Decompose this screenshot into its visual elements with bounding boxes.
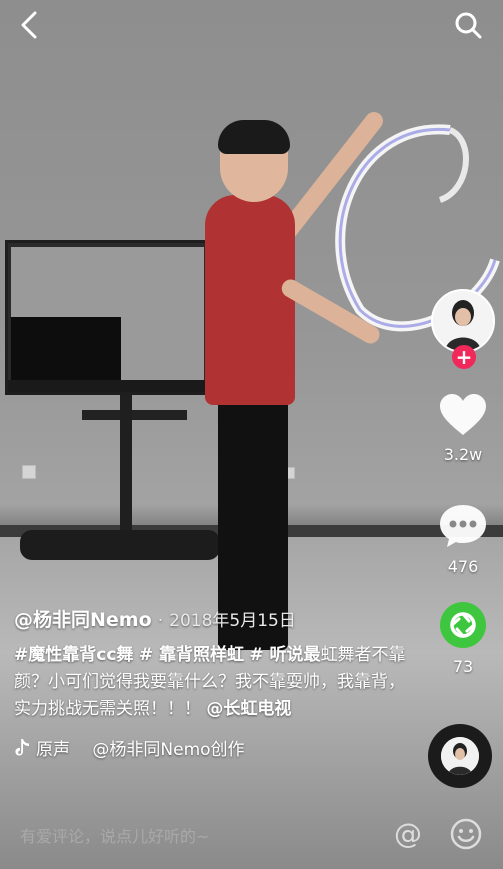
music-disc-cover <box>441 737 479 775</box>
avatar-portrait-icon <box>433 291 493 351</box>
search-icon <box>455 12 482 39</box>
follow-button[interactable]: + <box>452 345 476 369</box>
hashtag-link[interactable]: # 靠背照样虹 <box>139 645 244 665</box>
disc-portrait-icon <box>441 737 479 775</box>
like-count: 3.2w <box>443 445 483 464</box>
share-button[interactable]: 73 <box>428 601 498 676</box>
back-button[interactable] <box>12 8 46 42</box>
music-disc[interactable] <box>428 724 492 788</box>
mention-link[interactable]: @长虹电视 <box>206 699 291 719</box>
tv-stand-pole <box>120 395 132 535</box>
tv-stand-shelf <box>82 410 187 420</box>
author-avatar[interactable] <box>431 289 495 353</box>
mention-button[interactable]: @ <box>392 818 424 850</box>
hashtag-link[interactable]: # 听说最 <box>249 645 320 665</box>
comment-input[interactable] <box>20 822 360 850</box>
tv-screen-dark-area <box>11 317 121 387</box>
share-shutter-icon <box>440 602 486 648</box>
tv-stand-base <box>20 530 220 560</box>
heart-icon <box>440 394 486 435</box>
comment-button[interactable]: 476 <box>428 503 498 576</box>
video-info: @杨非同Nemo · 2018年5月15日 #魔性靠背cc舞 # 靠背照样虹 #… <box>14 605 409 760</box>
search-button[interactable] <box>451 8 485 42</box>
music-text: 原声 @杨非同Nemo创作 <box>36 740 245 760</box>
comment-bubble-icon <box>440 505 486 547</box>
top-bar <box>0 0 503 50</box>
author-avatar-group: + <box>431 289 495 369</box>
music-info[interactable]: 原声 @杨非同Nemo创作 <box>14 735 409 760</box>
date-separator: · <box>157 611 164 631</box>
author-name[interactable]: @杨非同Nemo <box>14 609 152 631</box>
dancer-shirt <box>205 195 295 405</box>
chevron-left-icon <box>21 11 37 39</box>
tv-bezel <box>8 380 207 392</box>
wall-outlet <box>22 465 36 479</box>
video-caption: #魔性靠背cc舞 # 靠背照样虹 # 听说最虹舞者不靠颜？小可们觉得我要靠什么？… <box>14 642 409 723</box>
comment-count: 476 <box>447 557 479 576</box>
comment-bar: @ <box>0 806 503 869</box>
author-line: @杨非同Nemo · 2018年5月15日 <box>14 605 409 632</box>
post-date: 2018年5月15日 <box>169 611 296 631</box>
emoji-button[interactable] <box>450 818 482 850</box>
hashtag-link[interactable]: #魔性靠背cc舞 <box>14 645 133 665</box>
tv-screen <box>11 247 204 387</box>
smiley-icon <box>450 818 482 850</box>
like-button[interactable]: 3.2w <box>428 393 498 464</box>
tv-monitor <box>5 240 210 395</box>
dancer-hair <box>218 120 290 154</box>
tiktok-note-icon <box>15 738 29 756</box>
share-count: 73 <box>452 657 474 676</box>
